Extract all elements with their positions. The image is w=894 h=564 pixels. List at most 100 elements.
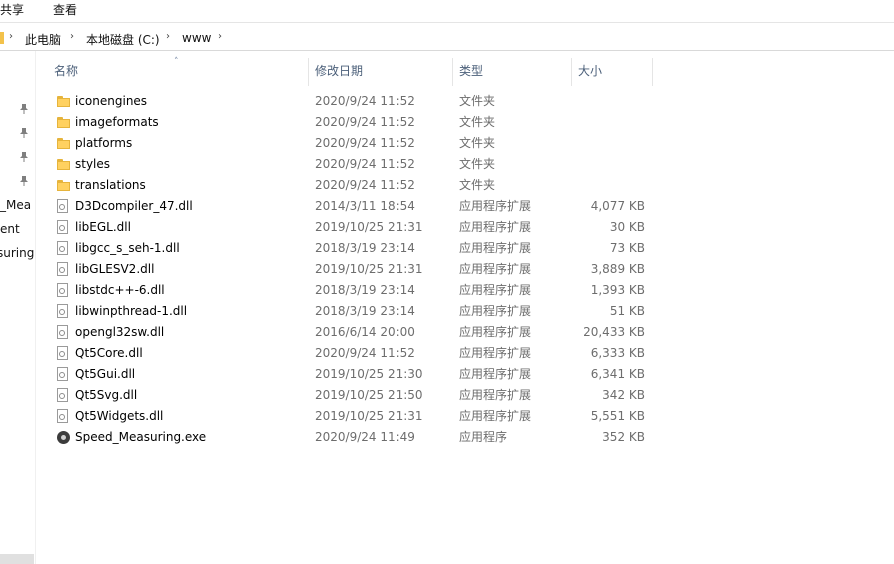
file-modified-date: 2019/10/25 21:50 xyxy=(315,388,423,402)
chevron-right-icon[interactable]: › xyxy=(70,31,74,42)
file-row[interactable]: libstdc++-6.dll 2018/3/19 23:14 应用程序扩展 1,39… xyxy=(36,280,736,301)
ribbon: 共享 查看 xyxy=(0,0,894,22)
file-modified-date: 2019/10/25 21:30 xyxy=(315,367,423,381)
folder-icon xyxy=(56,178,71,193)
pin-icon[interactable] xyxy=(18,127,30,139)
dll-icon xyxy=(56,241,71,256)
nav-item[interactable]: _Mea xyxy=(0,198,31,212)
dll-icon xyxy=(56,283,71,298)
column-header-date[interactable]: 修改日期 xyxy=(309,56,452,86)
file-row[interactable]: D3Dcompiler_47.dll 2014/3/11 18:54 应用程序扩展 4… xyxy=(36,196,736,217)
file-name: Qt5Svg.dll xyxy=(75,388,138,402)
dll-icon xyxy=(56,262,71,277)
pin-icon[interactable] xyxy=(18,151,30,163)
nav-item[interactable]: suring xyxy=(0,246,34,260)
file-size: 30 KB xyxy=(609,220,645,234)
file-row[interactable]: Qt5Svg.dll 2019/10/25 21:50 应用程序扩展 342 KB xyxy=(36,385,736,406)
file-size: 51 KB xyxy=(609,304,645,318)
file-name: D3Dcompiler_47.dll xyxy=(75,199,193,213)
file-modified-date: 2020/9/24 11:52 xyxy=(315,115,415,129)
file-name: libEGL.dll xyxy=(75,220,131,234)
file-type: 文件夹 xyxy=(459,94,496,108)
file-type: 应用程序扩展 xyxy=(459,388,532,402)
file-modified-date: 2014/3/11 18:54 xyxy=(315,199,415,213)
ribbon-divider xyxy=(0,22,894,23)
tab-share[interactable]: 共享 xyxy=(0,1,24,18)
file-type: 文件夹 xyxy=(459,115,496,129)
dll-icon xyxy=(56,388,71,403)
file-name: Qt5Gui.dll xyxy=(75,367,136,381)
file-type: 应用程序扩展 xyxy=(459,409,532,423)
file-type: 应用程序 xyxy=(459,430,508,444)
file-type: 应用程序扩展 xyxy=(459,283,532,297)
file-modified-date: 2019/10/25 21:31 xyxy=(315,262,423,276)
file-row[interactable]: iconengines 2020/9/24 11:52 文件夹 xyxy=(36,91,736,112)
file-row[interactable]: imageformats 2020/9/24 11:52 文件夹 xyxy=(36,112,736,133)
folder-icon xyxy=(56,136,71,151)
file-row[interactable]: libgcc_s_seh-1.dll 2018/3/19 23:14 应用程序扩展 7… xyxy=(36,238,736,259)
file-name: libstdc++-6.dll xyxy=(75,283,165,297)
pin-icon[interactable] xyxy=(18,103,30,115)
folder-icon xyxy=(56,115,71,130)
file-size xyxy=(576,91,645,112)
pin-icon[interactable] xyxy=(18,175,30,187)
chevron-right-icon[interactable]: › xyxy=(9,31,13,42)
file-modified-date: 2020/9/24 11:52 xyxy=(315,346,415,360)
dll-icon xyxy=(56,325,71,340)
file-name: libwinpthread-1.dll xyxy=(75,304,188,318)
file-name: translations xyxy=(75,178,146,192)
file-size: 3,889 KB xyxy=(590,262,645,276)
tab-view[interactable]: 查看 xyxy=(53,1,77,18)
file-size: 5,551 KB xyxy=(590,409,645,423)
file-modified-date: 2020/9/24 11:52 xyxy=(315,94,415,108)
nav-item[interactable]: ent xyxy=(0,222,20,236)
file-modified-date: 2020/9/24 11:49 xyxy=(315,430,415,444)
file-row[interactable]: Qt5Gui.dll 2019/10/25 21:30 应用程序扩展 6,341 KB xyxy=(36,364,736,385)
file-size xyxy=(576,154,645,175)
file-row[interactable]: libGLESV2.dll 2019/10/25 21:31 应用程序扩展 3,889… xyxy=(36,259,736,280)
file-size xyxy=(576,112,645,133)
file-size: 6,333 KB xyxy=(590,346,645,360)
file-modified-date: 2019/10/25 21:31 xyxy=(315,409,423,423)
exe-icon xyxy=(56,430,71,445)
file-row[interactable]: libwinpthread-1.dll 2018/3/19 23:14 应用程序扩展… xyxy=(36,301,736,322)
address-bar[interactable]: › 此电脑 › 本地磁盘 (C:) › www › xyxy=(0,28,894,51)
file-row[interactable]: Speed_Measuring.exe 2020/9/24 11:49 应用程序 35… xyxy=(36,427,736,448)
file-size: 20,433 KB xyxy=(583,325,645,339)
file-modified-date: 2020/9/24 11:52 xyxy=(315,178,415,192)
column-header-name[interactable]: 名称 xyxy=(48,56,306,86)
file-row[interactable]: styles 2020/9/24 11:52 文件夹 xyxy=(36,154,736,175)
file-name: Speed_Measuring.exe xyxy=(75,430,207,444)
column-headers: 名称 修改日期 类型 大小 xyxy=(36,56,894,86)
file-size xyxy=(576,175,645,196)
file-size: 1,393 KB xyxy=(590,283,645,297)
breadcrumb-local-disk[interactable]: 本地磁盘 (C:) xyxy=(86,31,160,48)
file-modified-date: 2019/10/25 21:31 xyxy=(315,220,423,234)
horizontal-scrollbar[interactable] xyxy=(0,554,34,564)
file-row[interactable]: translations 2020/9/24 11:52 文件夹 xyxy=(36,175,736,196)
dll-icon xyxy=(56,199,71,214)
file-type: 应用程序扩展 xyxy=(459,241,532,255)
column-header-type[interactable]: 类型 xyxy=(453,56,571,86)
file-size: 342 KB xyxy=(602,388,645,402)
file-row[interactable]: libEGL.dll 2019/10/25 21:31 应用程序扩展 30 KB xyxy=(36,217,736,238)
file-name: opengl32sw.dll xyxy=(75,325,165,339)
file-size xyxy=(576,133,645,154)
chevron-right-icon[interactable]: › xyxy=(166,31,170,42)
breadcrumb-www[interactable]: www xyxy=(182,31,211,45)
breadcrumb-this-pc[interactable]: 此电脑 xyxy=(25,31,61,48)
file-row[interactable]: Qt5Core.dll 2020/9/24 11:52 应用程序扩展 6,333 KB xyxy=(36,343,736,364)
file-modified-date: 2018/3/19 23:14 xyxy=(315,241,415,255)
file-type: 应用程序扩展 xyxy=(459,199,532,213)
column-header-size[interactable]: 大小 xyxy=(572,56,652,86)
file-row[interactable]: opengl32sw.dll 2016/6/14 20:00 应用程序扩展 20,43… xyxy=(36,322,736,343)
file-modified-date: 2020/9/24 11:52 xyxy=(315,157,415,171)
file-type: 文件夹 xyxy=(459,178,496,192)
column-divider[interactable] xyxy=(652,58,653,86)
file-modified-date: 2018/3/19 23:14 xyxy=(315,304,415,318)
chevron-right-icon[interactable]: › xyxy=(218,31,222,42)
dll-icon xyxy=(56,367,71,382)
file-row[interactable]: Qt5Widgets.dll 2019/10/25 21:31 应用程序扩展 5,55… xyxy=(36,406,736,427)
file-row[interactable]: platforms 2020/9/24 11:52 文件夹 xyxy=(36,133,736,154)
file-name: platforms xyxy=(75,136,133,150)
